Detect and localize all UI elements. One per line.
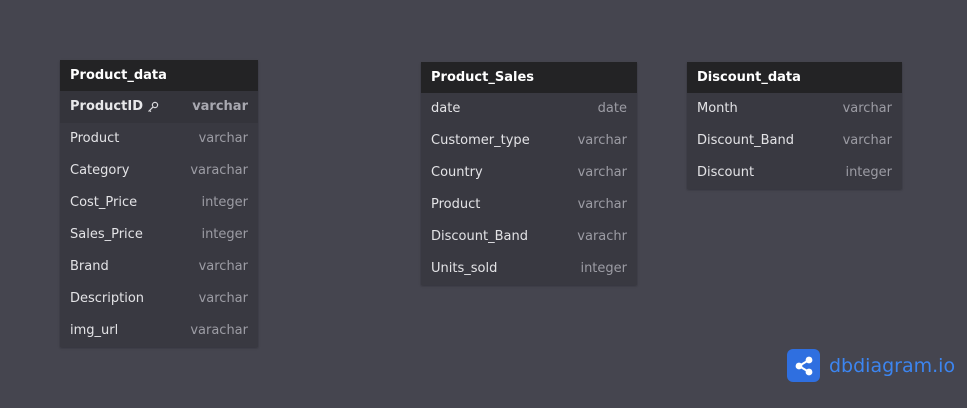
field-row[interactable]: Sales_Price integer [60,219,258,251]
field-type: varchar [577,197,627,212]
field-type: varchar [198,259,248,274]
dbdiagram-logo[interactable]: dbdiagram.io [787,349,955,382]
field-row[interactable]: Month varchar [687,93,902,125]
field-name-wrapper: ProductID [70,91,159,123]
field-name: Discount_Band [431,229,528,244]
field-type: varachar [190,323,248,338]
field-name: Discount [697,165,755,180]
field-type: integer [580,261,627,276]
table-header[interactable]: Product_data [60,60,258,91]
field-type: varachr [577,229,627,244]
field-name: Country [431,165,483,180]
field-row[interactable]: Customer_type varchar [421,125,637,157]
field-name: Sales_Price [70,227,143,242]
field-name: Cost_Price [70,195,138,210]
field-row[interactable]: Discount integer [687,157,902,189]
logo-mark [787,349,820,382]
field-type: varchar [842,101,892,116]
table-product-sales[interactable]: Product_Sales date date Customer_type va… [421,62,637,285]
key-icon [148,101,159,113]
field-name: Discount_Band [697,133,794,148]
field-row[interactable]: Product varchar [60,123,258,155]
table-header[interactable]: Product_Sales [421,62,637,93]
field-type: integer [201,195,248,210]
field-type: varchar [842,133,892,148]
field-name: Product [431,197,481,212]
field-row[interactable]: Description varchar [60,283,258,315]
table-product-data[interactable]: Product_data ProductID varchar Product v… [60,60,258,347]
field-row[interactable]: Cost_Price integer [60,187,258,219]
field-name: Brand [70,259,109,274]
field-type: varchar [198,291,248,306]
field-type: varchar [577,133,627,148]
field-type: integer [201,227,248,242]
table-header[interactable]: Discount_data [687,62,902,93]
field-row[interactable]: date date [421,93,637,125]
table-discount-data[interactable]: Discount_data Month varchar Discount_Ban… [687,62,902,189]
field-row[interactable]: Units_sold integer [421,253,637,285]
field-name: Month [697,101,738,116]
field-name: Category [70,163,130,178]
field-row[interactable]: Product varchar [421,189,637,221]
field-type: varchar [192,99,248,114]
field-type: varchar [198,131,248,146]
field-name: Customer_type [431,133,530,148]
field-name: date [431,101,461,116]
field-type: varachar [190,163,248,178]
field-type: varchar [577,165,627,180]
field-row[interactable]: Brand varchar [60,251,258,283]
field-name: Description [70,291,145,306]
field-name: Product [70,131,120,146]
logo-text: dbdiagram.io [829,354,956,377]
field-name: Units_sold [431,261,498,276]
field-name: img_url [70,323,119,338]
field-type: date [597,101,627,116]
field-name: ProductID [70,99,143,114]
field-type: integer [845,165,892,180]
field-row[interactable]: Discount_Band varchar [687,125,902,157]
field-row[interactable]: ProductID varchar [60,91,258,123]
field-row[interactable]: img_url varachar [60,315,258,347]
field-row[interactable]: Country varchar [421,157,637,189]
share-nodes-icon [795,356,812,375]
field-row[interactable]: Category varachar [60,155,258,187]
field-row[interactable]: Discount_Band varachr [421,221,637,253]
